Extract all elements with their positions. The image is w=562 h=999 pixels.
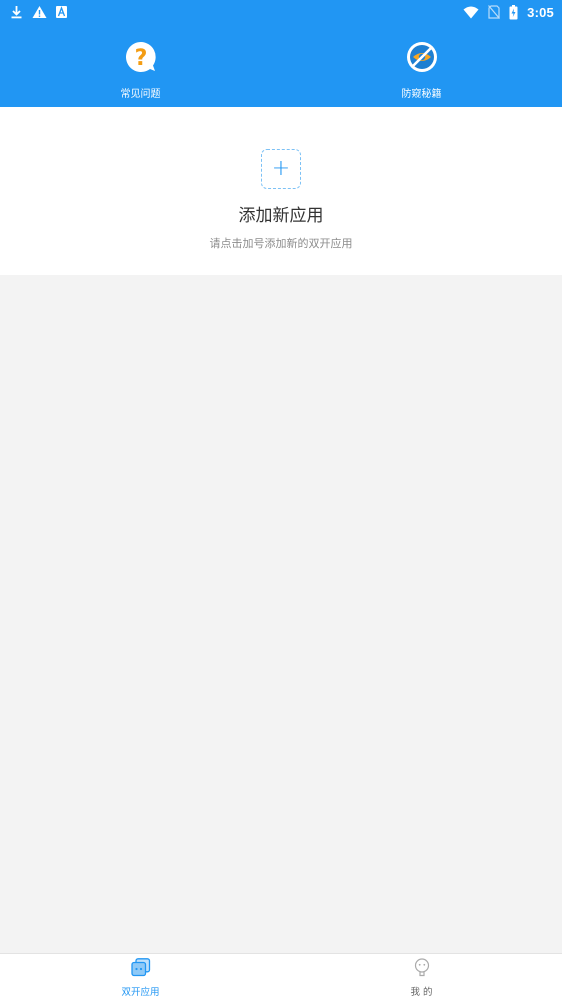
battery-charging-icon bbox=[509, 4, 518, 20]
svg-text:?: ? bbox=[134, 46, 147, 71]
tab-dual-apps-label: 双开应用 bbox=[121, 986, 160, 998]
status-time: 3:05 bbox=[527, 4, 554, 20]
status-bar-right: 3:05 bbox=[463, 4, 554, 20]
top-header: ? 常见问题 防窥秘籍 bbox=[0, 24, 562, 107]
add-app-title: 添加新应用 bbox=[238, 206, 324, 226]
profile-icon bbox=[413, 957, 431, 981]
privacy-tips-button[interactable]: 防窥秘籍 bbox=[281, 24, 562, 107]
plus-icon: + bbox=[271, 156, 291, 181]
font-a-icon bbox=[56, 6, 67, 18]
eye-slash-icon bbox=[405, 40, 439, 78]
tab-mine[interactable]: 我 的 bbox=[281, 954, 562, 999]
add-app-card: + 添加新应用 请点击加号添加新的双开应用 bbox=[0, 107, 562, 275]
tab-mine-label: 我 的 bbox=[410, 986, 433, 998]
tab-dual-apps[interactable]: 双开应用 bbox=[0, 954, 281, 999]
faq-button[interactable]: ? 常见问题 bbox=[0, 24, 281, 107]
warning-icon bbox=[32, 5, 47, 19]
no-sim-icon bbox=[488, 5, 501, 19]
help-question-icon: ? bbox=[124, 40, 158, 78]
download-icon bbox=[10, 5, 23, 19]
bottom-nav: 双开应用 我 的 bbox=[0, 953, 562, 999]
wifi-icon bbox=[463, 6, 479, 19]
status-bar-left bbox=[10, 5, 67, 19]
add-app-subtitle: 请点击加号添加新的双开应用 bbox=[209, 237, 353, 250]
privacy-tips-label: 防窥秘籍 bbox=[401, 89, 442, 100]
status-bar: 3:05 bbox=[0, 0, 562, 24]
phone-screen: 3:05 ? 常见问题 防窥秘籍 + 添加新应用 请点击加号添加新的双开应用 双… bbox=[0, 0, 562, 999]
add-app-button[interactable]: + bbox=[261, 149, 301, 189]
dual-app-icon bbox=[130, 957, 151, 981]
faq-label: 常见问题 bbox=[120, 89, 161, 100]
